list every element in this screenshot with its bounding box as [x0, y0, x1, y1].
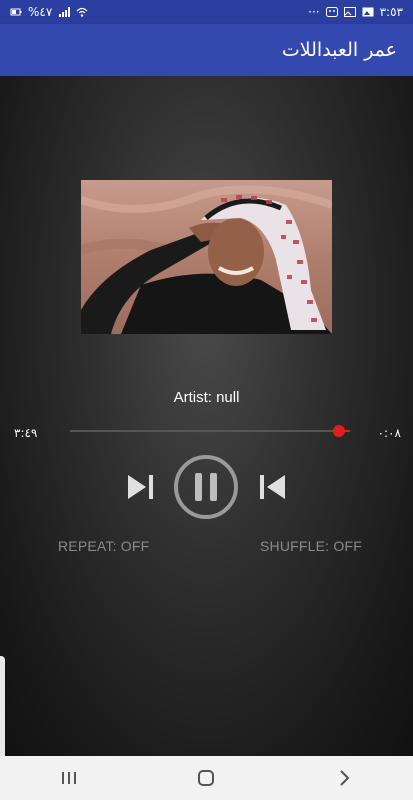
- wifi-icon: [76, 7, 88, 17]
- battery-percent: %٤٧: [28, 5, 53, 19]
- status-bar: %٤٧ ··· ٣:٥٣: [0, 0, 413, 24]
- back-icon: [340, 770, 350, 786]
- home-button[interactable]: [186, 763, 226, 793]
- signal-icon: [59, 7, 71, 17]
- seek-thumb[interactable]: [332, 425, 345, 437]
- navigation-bar: [0, 756, 413, 800]
- pause-icon[interactable]: [173, 454, 239, 520]
- status-right: ··· ٣:٥٣: [308, 5, 403, 19]
- home-icon: [198, 770, 215, 786]
- artist-label: Artist: null: [173, 389, 240, 406]
- duration-time: ٣:٤٩: [14, 426, 38, 440]
- more-dots-icon: ···: [308, 5, 320, 19]
- game-face-icon: [325, 7, 338, 17]
- app-bar: عمر العبداللات: [0, 24, 413, 76]
- elapsed-time: ٠:٠٨: [377, 426, 401, 440]
- album-art-photo: [81, 180, 332, 334]
- back-button[interactable]: [324, 763, 364, 793]
- shuffle-toggle[interactable]: SHUFFLE: OFF: [260, 538, 362, 554]
- gallery-icon: [343, 7, 356, 17]
- status-left: %٤٧: [10, 5, 88, 19]
- player-screen: Artist: null ٣:٤٩ ٠:٠٨ REPEAT: OFF SHUFF…: [0, 76, 413, 800]
- image-icon: [362, 7, 374, 17]
- seek-bar[interactable]: [70, 425, 350, 437]
- playback-controls: [0, 454, 413, 520]
- recent-apps-button[interactable]: [49, 763, 89, 793]
- album-art: [81, 180, 332, 334]
- status-time: ٣:٥٣: [379, 5, 403, 19]
- skip-previous-icon[interactable]: [257, 473, 287, 501]
- skip-next-icon[interactable]: [126, 473, 156, 501]
- battery-icon: [10, 8, 22, 16]
- app-title: عمر العبداللات: [281, 39, 397, 61]
- recent-apps-icon: [61, 772, 76, 784]
- repeat-toggle[interactable]: REPEAT: OFF: [58, 538, 149, 554]
